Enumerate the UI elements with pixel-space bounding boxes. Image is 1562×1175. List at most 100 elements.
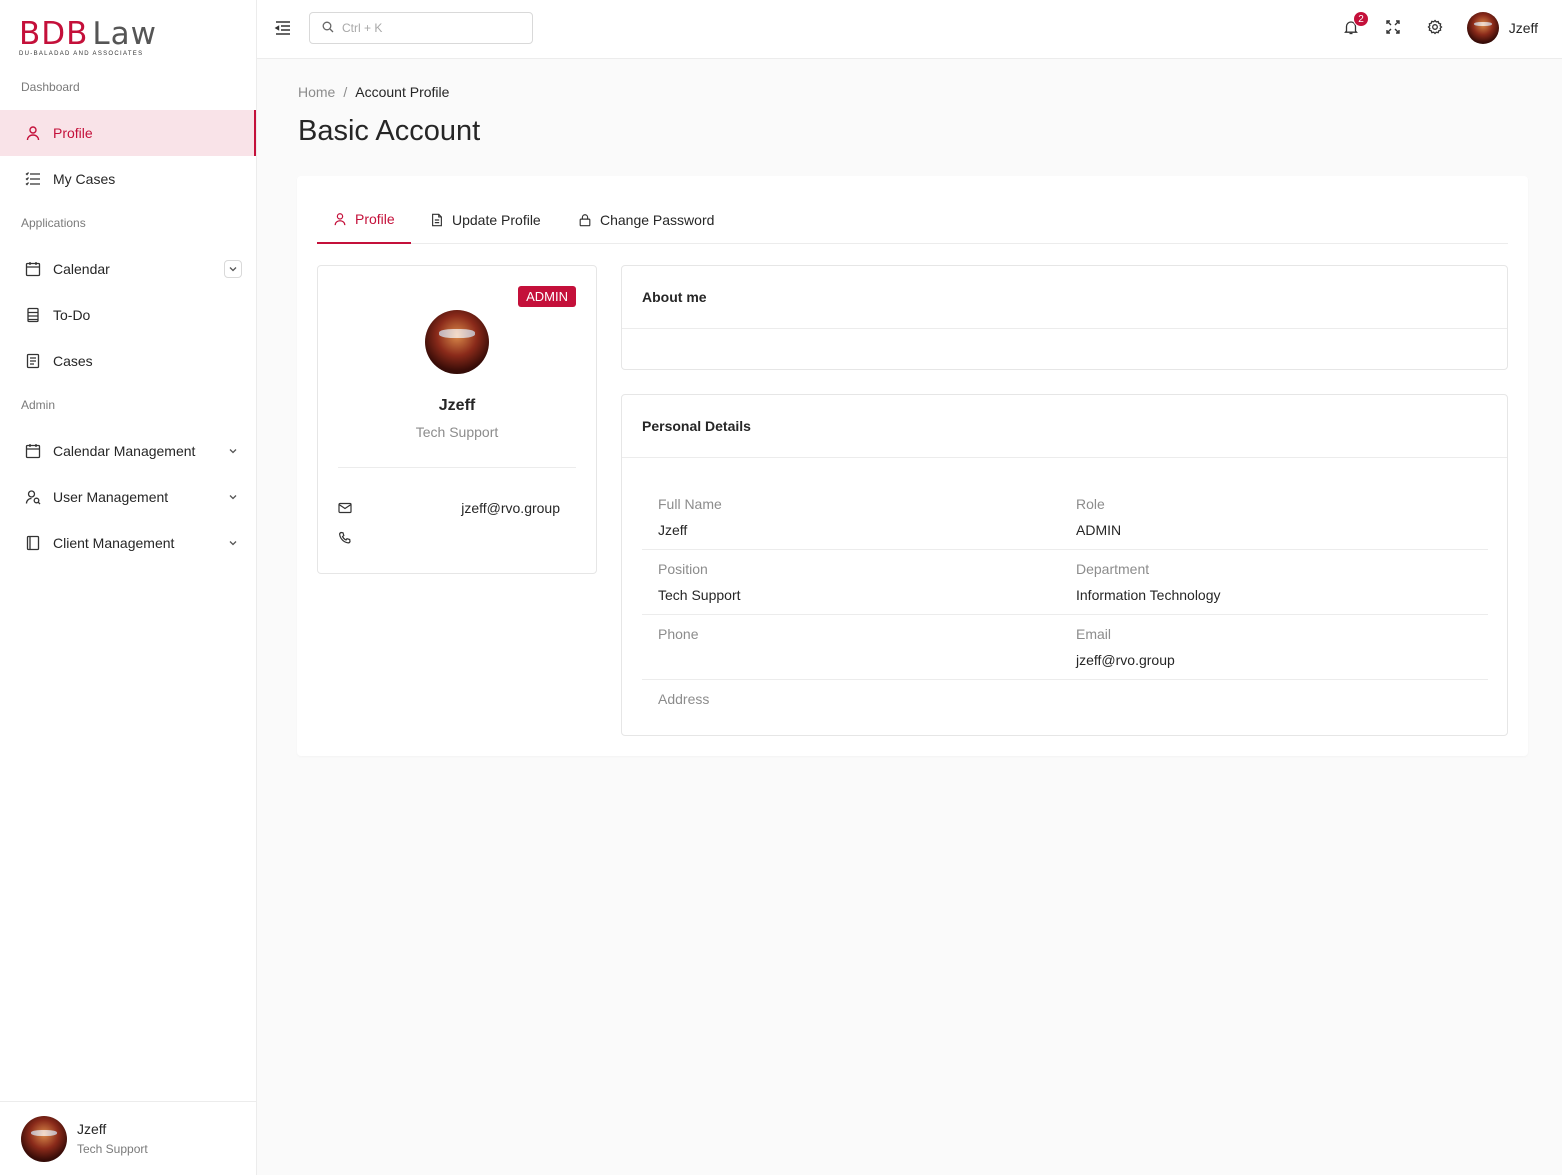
profile-name: Jzeff bbox=[438, 397, 476, 414]
gear-icon bbox=[1427, 19, 1443, 38]
sidebar-item-label: Cases bbox=[53, 353, 93, 369]
sidebar-user-role: Tech Support bbox=[77, 1142, 148, 1156]
fullscreen-icon bbox=[1386, 19, 1400, 37]
profile-summary-card: ADMIN Jzeff Tech Support jzeff@rvo.group bbox=[317, 265, 597, 574]
sidebar-item-label: My Cases bbox=[53, 171, 116, 187]
logo-tagline: DU-BALADAD AND ASSOCIATES bbox=[19, 51, 144, 57]
detail-value: Tech Support bbox=[658, 587, 741, 603]
document-icon bbox=[24, 352, 42, 370]
chevron-down-icon[interactable] bbox=[224, 488, 242, 506]
top-header: 2 Jzeff bbox=[257, 0, 1562, 59]
todo-icon bbox=[24, 306, 42, 324]
detail-row: Phone Email jzeff@rvo.group bbox=[642, 615, 1488, 680]
detail-label: Position bbox=[658, 561, 708, 577]
tab-update-profile[interactable]: Update Profile bbox=[414, 196, 557, 244]
tab-profile[interactable]: Profile bbox=[317, 196, 411, 244]
phone-icon bbox=[339, 531, 351, 544]
brand-logo[interactable]: BDB Law DU-BALADAD AND ASSOCIATES bbox=[19, 18, 159, 60]
notification-badge: 2 bbox=[1353, 11, 1369, 27]
tab-label: Change Password bbox=[600, 212, 715, 228]
lock-icon bbox=[579, 214, 591, 227]
fullscreen-button[interactable] bbox=[1383, 18, 1403, 38]
sidebar-item-label: Calendar Management bbox=[53, 443, 196, 459]
profile-avatar bbox=[425, 310, 489, 374]
detail-value: jzeff@rvo.group bbox=[1076, 652, 1175, 668]
sidebar-item-label: User Management bbox=[53, 489, 169, 505]
detail-row: Full Name Jzeff Role ADMIN bbox=[642, 485, 1488, 550]
settings-button[interactable] bbox=[1425, 18, 1445, 38]
sidebar-item-label: Client Management bbox=[53, 535, 175, 551]
avatar bbox=[21, 1116, 67, 1162]
detail-label: Role bbox=[1076, 496, 1105, 512]
divider bbox=[338, 467, 576, 468]
section-label-applications: Applications bbox=[21, 216, 86, 230]
panel-title: Personal Details bbox=[622, 395, 1507, 458]
sidebar-item-my-cases[interactable]: My Cases bbox=[0, 156, 256, 202]
sidebar-item-label: To-Do bbox=[53, 307, 91, 323]
section-label-dashboard: Dashboard bbox=[21, 80, 80, 94]
tab-label: Profile bbox=[355, 211, 395, 227]
personal-details-panel: Personal Details Full Name Jzeff Role AD… bbox=[621, 394, 1508, 736]
header-user-name: Jzeff bbox=[1508, 20, 1538, 36]
sidebar-item-client-management[interactable]: Client Management bbox=[0, 520, 256, 566]
calendar-icon bbox=[24, 442, 42, 460]
notification-button[interactable]: 2 bbox=[1341, 11, 1369, 38]
detail-row: Address bbox=[642, 680, 1488, 745]
logo-brand: BDB bbox=[19, 16, 89, 52]
panel-title: About me bbox=[622, 266, 1507, 329]
sidebar-item-calendar-management[interactable]: Calendar Management bbox=[0, 428, 256, 474]
breadcrumb-current: Account Profile bbox=[355, 84, 450, 100]
chevron-down-icon[interactable] bbox=[224, 442, 242, 460]
detail-value: Jzeff bbox=[658, 522, 688, 538]
profile-phone-row bbox=[338, 528, 560, 548]
user-icon bbox=[334, 213, 346, 226]
chevron-down-icon[interactable] bbox=[224, 260, 242, 278]
profile-position: Tech Support bbox=[415, 424, 499, 440]
tab-label: Update Profile bbox=[452, 212, 541, 228]
menu-collapse-icon[interactable] bbox=[274, 19, 292, 37]
detail-value: Information Technology bbox=[1076, 587, 1221, 603]
user-icon bbox=[24, 124, 42, 142]
search-box[interactable] bbox=[309, 12, 533, 44]
breadcrumb-separator: / bbox=[343, 84, 348, 100]
detail-row: Position Tech Support Department Informa… bbox=[642, 550, 1488, 615]
sidebar-item-calendar[interactable]: Calendar bbox=[0, 246, 256, 292]
sidebar-item-label: Profile bbox=[53, 125, 93, 141]
list-icon bbox=[24, 170, 42, 188]
avatar bbox=[1466, 12, 1499, 44]
sidebar-item-todo[interactable]: To-Do bbox=[0, 292, 256, 338]
sidebar-user-name: Jzeff bbox=[77, 1121, 107, 1137]
header-user-menu[interactable]: Jzeff bbox=[1466, 12, 1538, 44]
users-icon bbox=[24, 488, 42, 506]
chevron-down-icon[interactable] bbox=[224, 534, 242, 552]
detail-label: Full Name bbox=[658, 496, 722, 512]
search-input[interactable] bbox=[342, 21, 512, 35]
sidebar-item-user-management[interactable]: User Management bbox=[0, 474, 256, 520]
file-icon bbox=[432, 213, 442, 227]
sidebar-item-cases[interactable]: Cases bbox=[0, 338, 256, 384]
breadcrumb: Home / Account Profile bbox=[298, 84, 449, 100]
profile-tabs: Profile Update Profile Change Password bbox=[317, 196, 1508, 244]
page-title: Basic Account bbox=[298, 115, 481, 147]
search-icon bbox=[322, 20, 334, 36]
role-badge: ADMIN bbox=[518, 286, 576, 307]
sidebar: BDB Law DU-BALADAD AND ASSOCIATES Dashboa… bbox=[0, 0, 257, 1175]
sidebar-item-label: Calendar bbox=[53, 261, 110, 277]
detail-value: ADMIN bbox=[1076, 522, 1122, 538]
profile-email: jzeff@rvo.group bbox=[461, 500, 560, 516]
about-text bbox=[622, 329, 1507, 353]
detail-label: Phone bbox=[658, 626, 699, 642]
detail-label: Email bbox=[1076, 626, 1112, 642]
about-me-panel: About me bbox=[621, 265, 1508, 370]
calendar-icon bbox=[24, 260, 42, 278]
breadcrumb-home-link[interactable]: Home bbox=[298, 84, 335, 100]
account-card: Profile Update Profile Change Password A… bbox=[297, 176, 1528, 756]
sidebar-user-card[interactable]: Jzeff Tech Support bbox=[0, 1101, 256, 1175]
mail-icon bbox=[338, 502, 352, 514]
book-icon bbox=[24, 534, 42, 552]
tab-change-password[interactable]: Change Password bbox=[562, 196, 730, 244]
detail-label: Address bbox=[658, 691, 710, 707]
profile-email-row: jzeff@rvo.group bbox=[338, 498, 560, 518]
sidebar-item-profile[interactable]: Profile bbox=[0, 110, 256, 156]
detail-label: Department bbox=[1076, 561, 1150, 577]
